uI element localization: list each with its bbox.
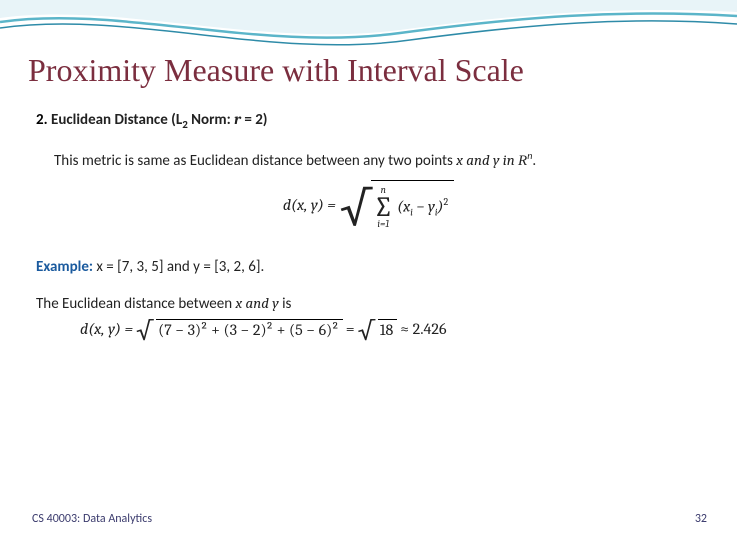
line3-and: and (242, 294, 272, 312)
description-line: This metric is same as Euclidean distanc… (54, 149, 701, 170)
desc-R: R (518, 153, 527, 169)
footer-page-number: 32 (695, 512, 707, 526)
example-line: Example: x = [7, 3, 5] and y = [3, 2, 6]… (36, 258, 701, 276)
formula-lhs: d(x, y) = (283, 196, 336, 214)
formula-result: d(x, y) = √ (7 − 3)² + (3 − 2)² + (5 − 6… (80, 319, 701, 339)
term-sq: 2 (443, 196, 448, 208)
heading-norm-open: (L (171, 111, 182, 129)
sigma-lower: i=1 (377, 218, 389, 230)
formula2-eq: = (346, 320, 355, 338)
line3-is: is (279, 295, 292, 313)
section-heading: 2. Euclidean Distance (L2 Norm: r = 2) (36, 110, 701, 131)
desc-in: in (499, 151, 518, 169)
sigma-symbol: ∑ (373, 196, 393, 218)
decorative-wave-header (0, 0, 737, 60)
formula2-body: (7 − 3)² + (3 − 2)² + (5 − 6)² (158, 321, 339, 339)
line3-pre: The Euclidean distance between (36, 295, 235, 313)
term-minus: − y (413, 197, 435, 215)
sqrt-expression: √ n ∑ i=1 (xi − yi)2 (340, 180, 454, 230)
heading-r: r (234, 110, 241, 128)
heading-name: Euclidean Distance (51, 111, 168, 129)
sigma-block: n ∑ i=1 (373, 184, 393, 230)
footer-course: CS 40003: Data Analytics (32, 512, 152, 526)
desc-x: x (456, 151, 463, 169)
slide-title: Proximity Measure with Interval Scale (28, 52, 524, 89)
heading-norm-mid: Norm: (188, 111, 234, 129)
desc-pre: This metric is same as Euclidean distanc… (54, 152, 456, 170)
term-open: (x (397, 197, 410, 215)
formula2-lhs: d(x, y) = (80, 320, 133, 338)
formula2-approx: ≈ 2.426 (400, 320, 446, 338)
desc-and: and (463, 151, 493, 169)
desc-dot: . (532, 152, 536, 170)
formula2-val: 18 (380, 321, 394, 339)
heading-eq: = 2) (241, 111, 268, 129)
wave-svg (0, 0, 737, 60)
result-intro-line: The Euclidean distance between x and y i… (36, 294, 701, 313)
heading-number: 2. (36, 111, 48, 129)
example-label: Example: (36, 258, 93, 276)
formula-euclidean: d(x, y) = √ n ∑ i=1 (xi − yi)2 (36, 180, 701, 240)
sigma-term: (xi − yi)2 (397, 196, 448, 219)
slide-content: 2. Euclidean Distance (L2 Norm: r = 2) T… (36, 110, 701, 339)
example-text: x = [7, 3, 5] and y = [3, 2, 6]. (93, 258, 264, 276)
